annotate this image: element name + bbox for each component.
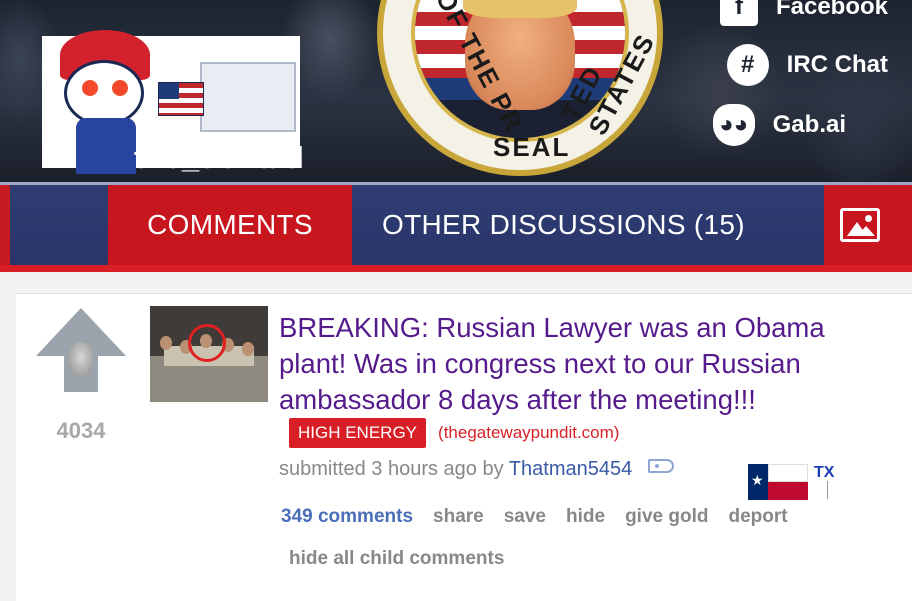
irc-chat-label: IRC Chat bbox=[786, 51, 888, 78]
frog-icon: ◕◕ bbox=[712, 104, 755, 146]
tab-comments[interactable]: COMMENTS bbox=[108, 185, 352, 265]
tab-bar: COMMENTS OTHER DISCUSSIONS (15) bbox=[0, 182, 912, 272]
seal-text-bottom: SEAL bbox=[493, 132, 571, 162]
hashtag-icon: # bbox=[726, 44, 769, 86]
post-entry: 4034 BREAKING: Russian Lawyer was an Oba… bbox=[16, 293, 912, 601]
snoo-eye-left bbox=[82, 80, 98, 96]
hide-button[interactable]: hide bbox=[566, 506, 605, 528]
save-button[interactable]: save bbox=[504, 506, 546, 528]
tag-icon[interactable] bbox=[647, 459, 674, 473]
tab-bar-accent bbox=[0, 185, 10, 265]
comments-link[interactable]: 349 comments bbox=[281, 506, 413, 528]
us-flag-icon bbox=[158, 82, 204, 116]
white-house-graphic bbox=[200, 62, 296, 132]
irc-chat-link[interactable]: # IRC Chat bbox=[726, 44, 888, 86]
snoo-head-graphic bbox=[64, 60, 144, 126]
user-flair-label: TX bbox=[814, 464, 835, 481]
post-score: 4034 bbox=[56, 418, 106, 443]
post-thumbnail[interactable] bbox=[150, 306, 268, 402]
gab-link[interactable]: ◕◕ Gab.ai bbox=[712, 104, 846, 146]
portrait-hair bbox=[463, 0, 577, 18]
author-link[interactable]: Thatman5454 bbox=[509, 458, 632, 480]
user-flair-divider bbox=[827, 481, 828, 499]
facebook-icon: f bbox=[719, 0, 758, 26]
link-flair-badge: HIGH ENERGY bbox=[289, 418, 427, 448]
post-title-block: BREAKING: Russian Lawyer was an Obama pl… bbox=[279, 310, 899, 448]
texas-flag-icon: ★ bbox=[748, 464, 808, 500]
facebook-label: Facebook bbox=[775, 0, 888, 20]
post-buttons: 349 comments share save hide give gold d… bbox=[281, 506, 808, 528]
tab-image[interactable] bbox=[824, 185, 912, 265]
share-button[interactable]: share bbox=[433, 506, 484, 528]
subreddit-name[interactable]: the_donald bbox=[134, 140, 304, 176]
submitted-text: submitted 3 hours ago by bbox=[279, 458, 504, 480]
thumbnail-highlight-circle bbox=[188, 324, 226, 362]
deport-button[interactable]: deport bbox=[728, 506, 787, 528]
post-title[interactable]: BREAKING: Russian Lawyer was an Obama pl… bbox=[279, 312, 825, 415]
snoo-body-graphic bbox=[76, 118, 136, 174]
facebook-link[interactable]: f Facebook bbox=[719, 0, 888, 26]
hide-all-child-comments-button[interactable]: hide all child comments bbox=[289, 548, 504, 570]
vote-column: 4034 bbox=[36, 308, 126, 443]
upvote-button[interactable] bbox=[36, 308, 126, 392]
image-icon bbox=[840, 208, 880, 242]
gab-label: Gab.ai bbox=[772, 111, 846, 138]
post-tagline: submitted 3 hours ago by Thatman5454 bbox=[279, 458, 674, 481]
tab-other-discussions[interactable]: OTHER DISCUSSIONS (15) bbox=[382, 185, 745, 265]
post-domain[interactable]: (thegatewaypundit.com) bbox=[438, 423, 619, 442]
upvote-face-icon bbox=[68, 342, 94, 376]
snoo-eye-right bbox=[112, 80, 128, 96]
give-gold-button[interactable]: give gold bbox=[625, 506, 708, 528]
subreddit-banner: the_donald OF THE PR TED STATES SEAL f F… bbox=[0, 0, 912, 182]
